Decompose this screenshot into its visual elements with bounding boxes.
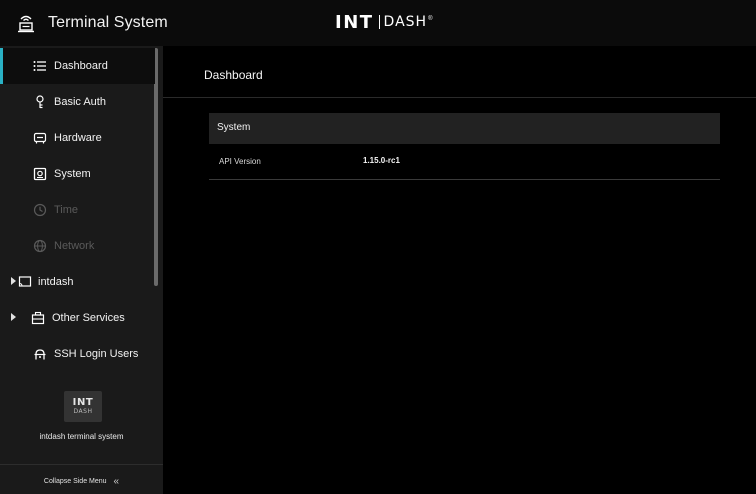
logo-int-text: INT (335, 11, 374, 33)
logo-registered-mark: ® (428, 16, 433, 22)
sidebar-item-label: intdash (38, 276, 74, 288)
logo-separator (378, 15, 380, 29)
collapse-side-menu-button[interactable]: Collapse Side Menu « (0, 476, 163, 487)
sidebar-item-network: Network (0, 228, 155, 264)
main-content: Dashboard System API Version 1.15.0-rc1 (163, 46, 756, 494)
sidebar-item-other-services[interactable]: Other Services (0, 300, 155, 336)
title-divider (163, 97, 756, 98)
sidebar-logo-int-text: INT (72, 397, 94, 408)
sidebar-item-label: SSH Login Users (54, 348, 139, 360)
sidebar-item-basic-auth[interactable]: Basic Auth (0, 84, 155, 120)
logo-dash-text: DASH (383, 14, 428, 30)
page-title: Dashboard (204, 68, 263, 82)
sidebar-item-time: Time (0, 192, 155, 228)
collapse-label: Collapse Side Menu (43, 478, 107, 485)
expand-caret-icon (11, 313, 16, 321)
sidebar-item-hardware[interactable]: Hardware (0, 120, 155, 156)
double-chevron-left-icon: « (113, 476, 120, 487)
sidebar-item-dashboard[interactable]: Dashboard (0, 48, 155, 84)
sidebar-item-label: Time (54, 204, 79, 216)
sidebar-item-ssh-login-users[interactable]: SSH Login Users (0, 336, 155, 372)
table-row: API Version 1.15.0-rc1 (209, 144, 720, 180)
sidebar-item-label: Hardware (54, 132, 102, 144)
sidebar-item-label: Other Services (52, 312, 125, 324)
services-icon (31, 311, 45, 325)
sidebar-item-label: System (54, 168, 91, 180)
app-title: Terminal System (48, 14, 168, 31)
sidebar: Dashboard Basic Auth Hardware System Tim… (0, 46, 163, 494)
intdash-logo: INT DASH ® (335, 11, 433, 33)
hardware-icon (33, 132, 47, 144)
expand-caret-icon (11, 277, 16, 285)
cast-icon (18, 276, 32, 287)
sidebar-divider (0, 464, 163, 465)
list-icon (33, 61, 46, 71)
sidebar-item-intdash[interactable]: intdash (0, 264, 155, 300)
system-panel-header: System (209, 113, 720, 144)
sidebar-item-system[interactable]: System (0, 156, 155, 192)
clock-icon (33, 203, 47, 217)
sidebar-caption: intdash terminal system (39, 432, 124, 441)
panel-title: System (217, 122, 251, 133)
row-key: API Version (219, 157, 261, 166)
system-icon (33, 167, 47, 181)
key-icon (36, 95, 44, 109)
sidebar-item-label: Network (54, 240, 95, 252)
user-lock-icon (34, 349, 46, 360)
sidebar-item-label: Dashboard (54, 60, 108, 72)
top-header: Terminal System INT DASH ® (0, 0, 756, 46)
globe-icon (33, 239, 47, 253)
row-value: 1.15.0-rc1 (363, 156, 400, 165)
intdash-sidebar-logo: INT DASH (64, 391, 102, 422)
terminal-device-icon (18, 15, 34, 33)
sidebar-item-label: Basic Auth (54, 96, 106, 108)
sidebar-logo-dash-text: DASH (73, 408, 93, 415)
